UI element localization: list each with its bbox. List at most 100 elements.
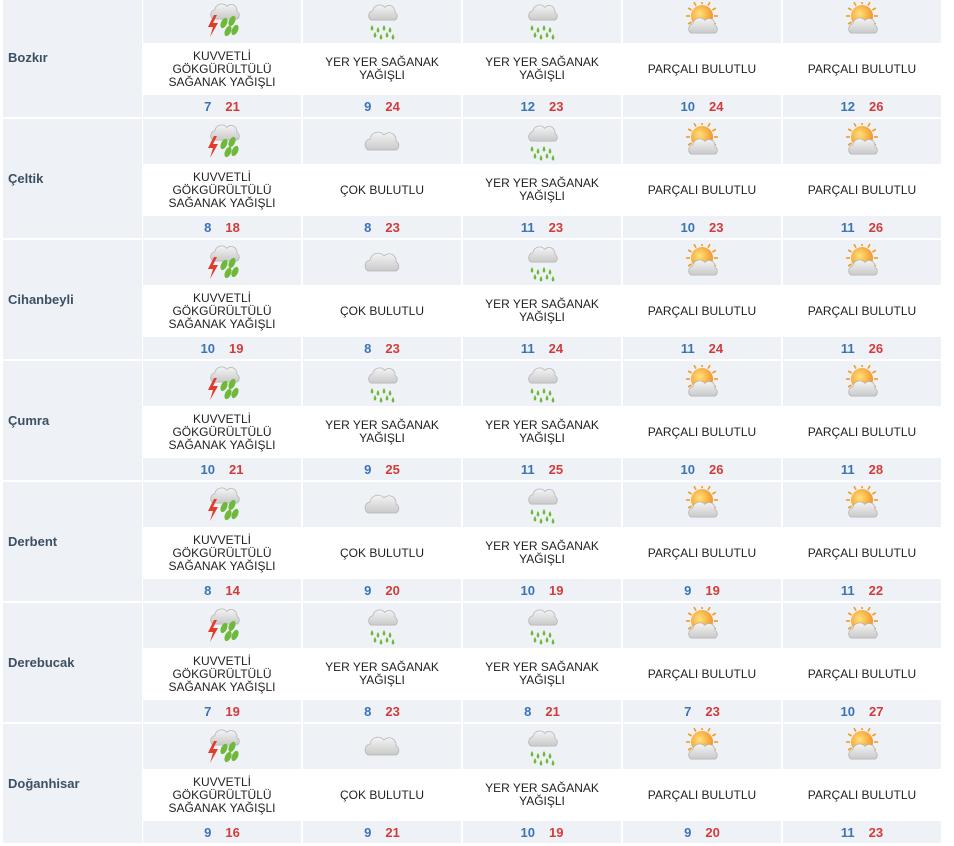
min-temp: 11 [520, 340, 535, 356]
max-temp: 26 [869, 98, 884, 114]
max-temp: 19 [549, 824, 564, 840]
condition-label: KUVVETLİ GÖKGÜRÜLTÜLÜ SAĞANAK YAĞIŞLI [168, 653, 276, 694]
min-temp: 8 [204, 582, 212, 598]
forecast-day-cell: YER YER SAĞANAK YAĞIŞLI 11 25 [463, 361, 621, 480]
max-temp: 23 [868, 824, 884, 840]
forecast-day-cell: YER YER SAĞANAK YAĞIŞLI 10 19 [463, 724, 621, 843]
temperature-range: 11 23 [463, 216, 621, 238]
max-temp: 20 [705, 824, 720, 840]
temperature-range: 9 24 [303, 95, 461, 117]
location-name[interactable]: Derbent [3, 482, 142, 601]
forecast-row: Doğanhisar KUVVETLİ GÖKGÜRÜLTÜLÜ SAĞANAK… [0, 724, 954, 843]
max-temp: 24 [708, 340, 724, 356]
forecast-day-cell: PARÇALI BULUTLU 10 26 [623, 361, 781, 480]
location-name[interactable]: Çumra [3, 361, 142, 480]
partly-cloudy-icon [842, 243, 882, 282]
temperature-range: 11 23 [783, 821, 941, 843]
forecast-day-cell: YER YER SAĞANAK YAĞIŞLI 9 24 [303, 0, 461, 117]
min-temp: 10 [200, 340, 215, 356]
min-temp: 11 [840, 219, 855, 235]
condition-label: PARÇALI BULUTLU [647, 182, 757, 197]
condition-label: PARÇALI BULUTLU [807, 424, 917, 439]
forecast-row: Çeltik KUVVETLİ GÖKGÜRÜLTÜLÜ SAĞANAK YAĞ… [0, 119, 954, 238]
temperature-range: 11 25 [463, 458, 621, 480]
location-name[interactable]: Bozkır [3, 0, 142, 117]
partly-cloudy-icon [682, 606, 722, 645]
condition-label: PARÇALI BULUTLU [807, 303, 917, 318]
forecast-day-cell: YER YER SAĞANAK YAĞIŞLI 8 23 [303, 603, 461, 722]
location-name[interactable]: Çeltik [3, 119, 142, 238]
temperature-range: 12 26 [783, 95, 941, 117]
max-temp: 24 [385, 98, 400, 114]
temperature-range: 8 21 [463, 700, 621, 722]
min-temp: 8 [364, 703, 372, 719]
min-temp: 11 [520, 461, 535, 477]
location-name[interactable]: Derebucak [3, 603, 142, 722]
max-temp: 27 [869, 703, 884, 719]
max-temp: 21 [545, 703, 560, 719]
forecast-day-cell: ÇOK BULUTLU 8 23 [303, 119, 461, 238]
max-temp: 25 [548, 461, 564, 477]
condition-label: YER YER SAĞANAK YAĞIŞLI [325, 55, 439, 82]
rain-shower-icon [362, 364, 402, 404]
forecast-row: Çumra KUVVETLİ GÖKGÜRÜLTÜLÜ SAĞANAK YAĞI… [0, 361, 954, 480]
max-temp: 23 [705, 703, 720, 719]
temperature-range: 10 19 [463, 821, 621, 843]
condition-label: KUVVETLİ GÖKGÜRÜLTÜLÜ SAĞANAK YAĞIŞLI [168, 169, 276, 210]
min-temp: 9 [364, 582, 372, 598]
forecast-day-cell: PARÇALI BULUTLU 7 23 [623, 603, 781, 722]
temperature-range: 10 21 [143, 458, 301, 480]
temperature-range: 11 26 [783, 337, 941, 359]
condition-label: PARÇALI BULUTLU [647, 303, 757, 318]
max-temp: 23 [549, 98, 564, 114]
partly-cloudy-icon [842, 1, 882, 40]
max-temp: 21 [229, 461, 244, 477]
min-temp: 10 [680, 461, 695, 477]
max-temp: 16 [225, 824, 240, 840]
temperature-range: 9 19 [623, 579, 781, 601]
cloudy-icon [362, 246, 402, 280]
condition-label: PARÇALI BULUTLU [807, 182, 917, 197]
forecast-day-cell: YER YER SAĞANAK YAĞIŞLI 8 21 [463, 603, 621, 722]
condition-label: PARÇALI BULUTLU [647, 787, 757, 802]
forecast-day-cell: YER YER SAĞANAK YAĞIŞLI 12 23 [463, 0, 621, 117]
location-name[interactable]: Cihanbeyli [3, 240, 142, 359]
partly-cloudy-icon [682, 485, 722, 524]
max-temp: 19 [229, 340, 244, 356]
temperature-range: 8 23 [303, 337, 461, 359]
condition-label: ÇOK BULUTLU [339, 787, 425, 802]
forecast-day-cell: ÇOK BULUTLU 9 21 [303, 724, 461, 843]
min-temp: 11 [840, 582, 855, 598]
min-temp: 10 [680, 219, 695, 235]
temperature-range: 10 24 [623, 95, 781, 117]
min-temp: 7 [684, 703, 692, 719]
thunderstorm-rain-icon [202, 364, 242, 404]
temperature-range: 11 28 [783, 458, 941, 480]
min-temp: 10 [520, 582, 535, 598]
partly-cloudy-icon [682, 727, 722, 766]
min-temp: 9 [204, 824, 212, 840]
temperature-range: 9 21 [303, 821, 461, 843]
partly-cloudy-icon [682, 1, 722, 40]
temperature-range: 7 19 [143, 700, 301, 722]
forecast-day-cell: KUVVETLİ GÖKGÜRÜLTÜLÜ SAĞANAK YAĞIŞLI 8 14 [143, 482, 301, 601]
condition-label: PARÇALI BULUTLU [807, 666, 917, 681]
thunderstorm-rain-icon [202, 606, 242, 646]
condition-label: KUVVETLİ GÖKGÜRÜLTÜLÜ SAĞANAK YAĞIŞLI [168, 290, 276, 331]
rain-shower-icon [362, 1, 402, 41]
forecast-day-cell: PARÇALI BULUTLU 9 20 [623, 724, 781, 843]
min-temp: 11 [840, 824, 855, 840]
rain-shower-icon [522, 364, 562, 404]
max-temp: 24 [548, 340, 564, 356]
max-temp: 26 [868, 219, 884, 235]
condition-label: YER YER SAĞANAK YAĞIŞLI [485, 781, 599, 808]
temperature-range: 12 23 [463, 95, 621, 117]
temperature-range: 11 26 [783, 216, 941, 238]
temperature-range: 9 16 [143, 821, 301, 843]
rain-shower-icon [522, 122, 562, 162]
forecast-day-cell: YER YER SAĞANAK YAĞIŞLI 11 23 [463, 119, 621, 238]
location-name[interactable]: Doğanhisar [3, 724, 142, 843]
temperature-range: 9 20 [303, 579, 461, 601]
thunderstorm-rain-icon [202, 485, 242, 525]
forecast-day-cell: PARÇALI BULUTLU 9 19 [623, 482, 781, 601]
